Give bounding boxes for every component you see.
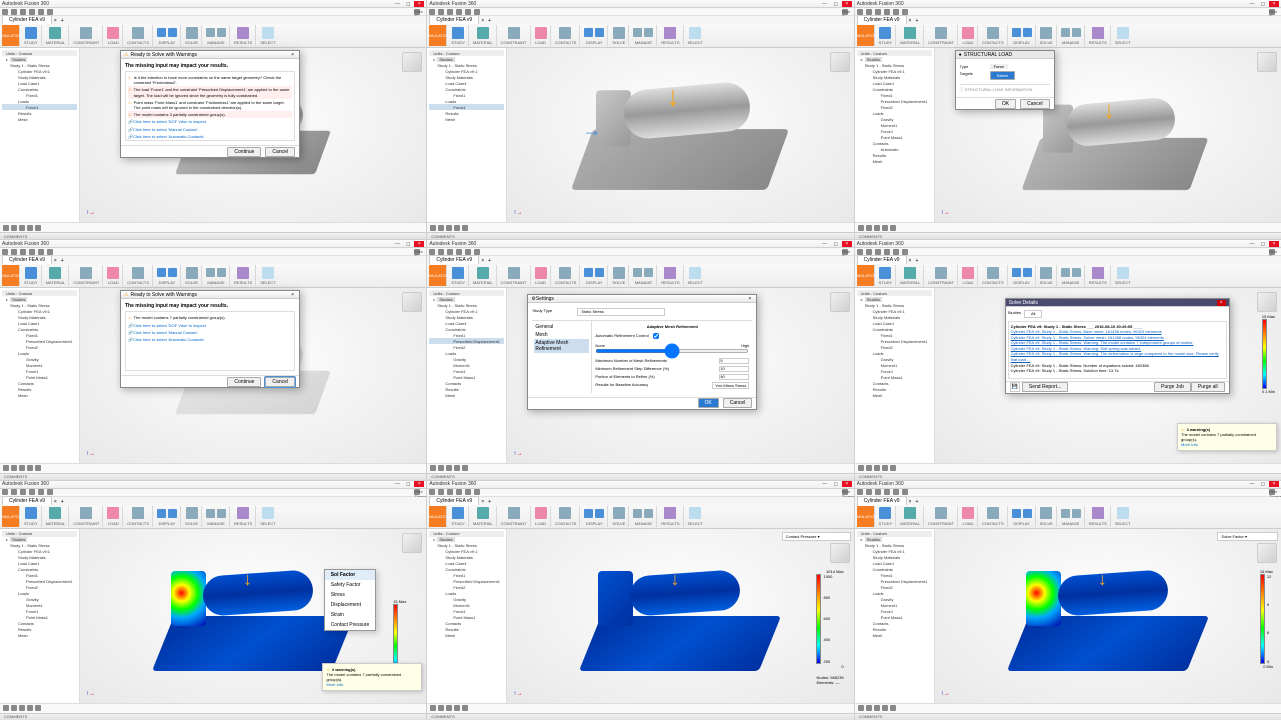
workspace-selector[interactable]: SIMULATION (2, 25, 20, 46)
save-icon[interactable]: 💾 (1010, 382, 1020, 392)
window-2: Autodesk Fusion 360—◻× Mike Thomas Cylin… (427, 0, 853, 239)
pressure-legend: 1014 Max 1000800600400200 0 Nodes: 98523… (816, 569, 843, 685)
ribbon: SIMULATION STUDY MATERIAL CONSTRAINT LOA… (0, 24, 426, 48)
loads-panel: ●STRUCTURAL LOAD TypeForce TargetsSelect… (955, 50, 1055, 110)
window-9: Autodesk Fusion 360—◻× Mike Thomas Cylin… (855, 481, 1281, 720)
browser-tree[interactable]: Units : Custom ▸Studies Study 1 - Static… (0, 48, 80, 222)
chevron-down-icon: ▾ (818, 534, 820, 539)
window-8: Autodesk Fusion 360—◻× Mike Thomas Cylin… (427, 481, 853, 720)
results-menu: Sol Factor Safety Factor Stress Displace… (324, 569, 377, 631)
close-icon[interactable]: × (289, 52, 296, 58)
view-cube[interactable] (402, 52, 422, 72)
window-4: Autodesk Fusion 360—◻× Mike Thomas Cylin… (0, 240, 426, 479)
chevron-down-icon: ▾ (1245, 534, 1247, 539)
window-5: Autodesk Fusion 360—◻× Mike Thomas Cylin… (427, 240, 853, 479)
color-legend: 15 Max 0.1 Min (1262, 314, 1275, 394)
settings-dialog: ⚙Settings× Study TypeStatic Stress Gener… (527, 294, 757, 410)
window-1: Autodesk Fusion 360 —◻× Mike Thomas Cyli… (0, 0, 426, 239)
app-title: Autodesk Fusion 360 (2, 1, 392, 7)
min-icon[interactable]: — (392, 1, 402, 7)
refinement-slider[interactable] (595, 349, 749, 353)
close-icon[interactable]: × (414, 1, 424, 7)
continue-button[interactable]: Continue (227, 147, 261, 157)
select-button[interactable]: Select (990, 71, 1015, 80)
fea-result[interactable]: ↓ (163, 561, 343, 671)
warning-dialog-2: ⚠Ready to Solve with Warnings× The missi… (120, 290, 300, 388)
window-7: Autodesk Fusion 360—◻× Mike Thomas Cylin… (0, 481, 426, 720)
quick-access: Mike Thomas (0, 8, 426, 16)
result-type-dropdown[interactable]: Contact Pressure ▾ (782, 532, 851, 541)
window-6: Autodesk Fusion 360—◻× Mike Thomas Cylin… (855, 240, 1281, 479)
cancel-button[interactable]: Cancel (265, 147, 295, 157)
result-type-dropdown[interactable]: Solve Factor ▾ (1217, 532, 1278, 541)
warning-toast[interactable]: ⚠3 warning(s) The model contains 7 parti… (322, 663, 422, 691)
window-3: Autodesk Fusion 360—◻× Mike Thomas Cylin… (855, 0, 1281, 239)
viewport[interactable]: ↑→ ⚠Ready to Solve with Warnings× The mi… (80, 48, 426, 222)
constraint-arrow-icon: → (582, 118, 602, 140)
solve-details-dialog: Solve Details× Studies All Cylinder FEA … (1005, 298, 1230, 393)
warning-dialog: ⚠Ready to Solve with Warnings× The missi… (120, 50, 300, 158)
max-icon[interactable]: ◻ (403, 1, 413, 7)
model-meshed[interactable]: ↓ → (582, 79, 778, 191)
titlebar: Autodesk Fusion 360 —◻× (0, 0, 426, 8)
viewport-toolbar[interactable] (0, 222, 426, 232)
file-tab[interactable]: Cylinder FEA v9 (2, 15, 52, 24)
load-arrow-icon: ↓ (666, 82, 680, 114)
axes-triad: ↑→ (86, 210, 95, 216)
warning-toast[interactable]: ⚠3 warning(s) The model contains 7 parti… (1177, 423, 1277, 451)
